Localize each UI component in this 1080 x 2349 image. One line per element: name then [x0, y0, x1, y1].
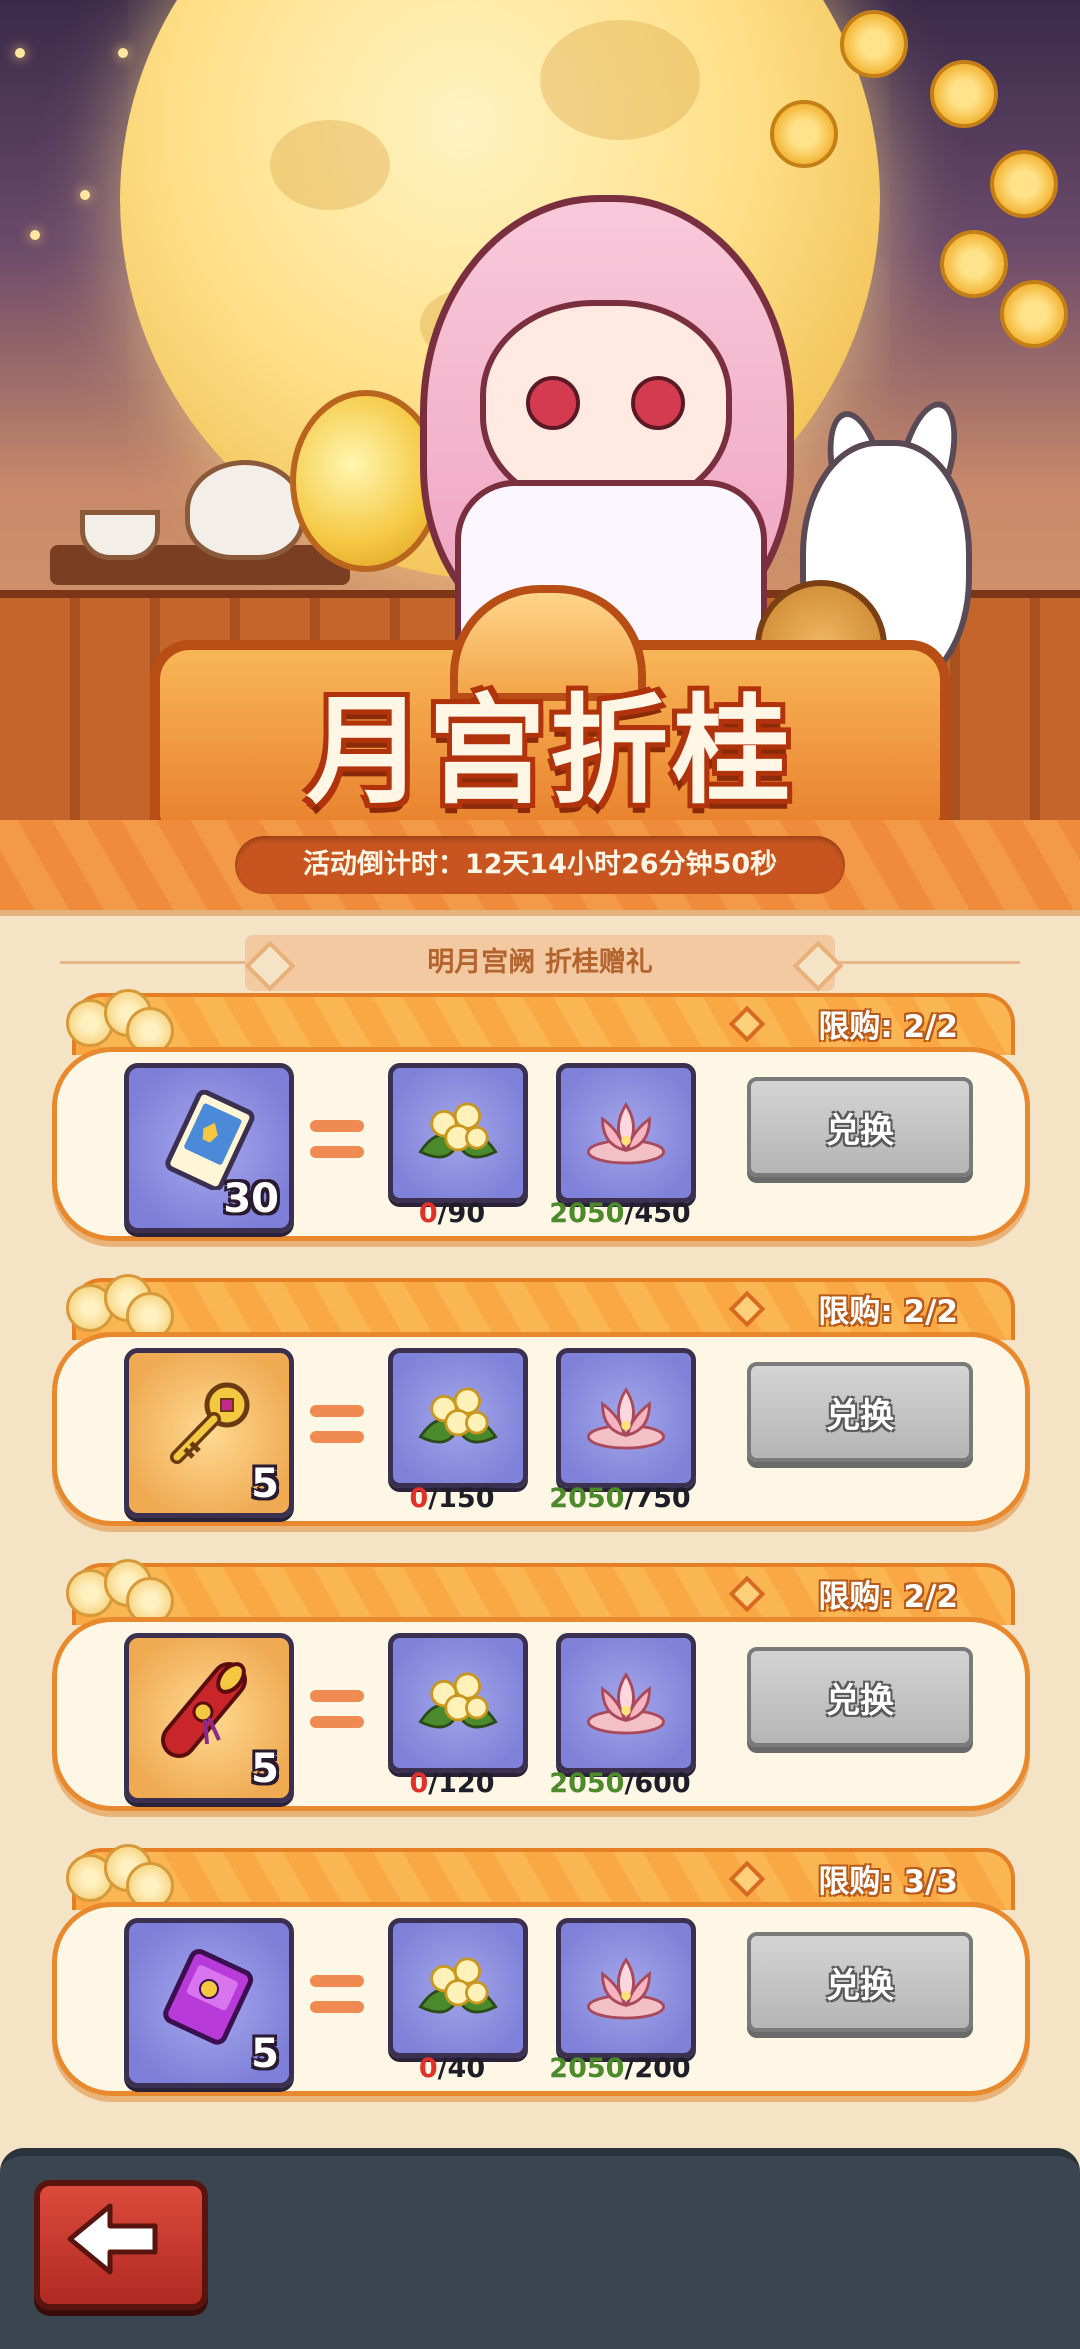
cost-amount: 0/150: [409, 1483, 495, 1514]
equals-icon: [310, 1405, 364, 1445]
offer-card: 限购: 2/2 5 0/120 2050/600 兑换: [52, 1559, 1030, 1813]
reward-slot[interactable]: 5: [124, 1348, 294, 1518]
osmanthus-blossom: [1000, 280, 1068, 348]
exchange-button[interactable]: 兑换: [747, 1647, 973, 1747]
osmanthus-blossom: [770, 100, 838, 168]
reward-count: 5: [251, 1461, 279, 1507]
event-title: 月宫折桂: [305, 682, 794, 820]
cost-slot-lotus[interactable]: [556, 1918, 696, 2058]
cost-amount: 2050/600: [549, 1768, 691, 1799]
section-subtitle: 明月宫阙 折桂赠礼: [427, 947, 653, 978]
golden-key-icon: [170, 1382, 250, 1464]
cost-amount: 0/40: [418, 2053, 486, 2084]
back-arrow-icon: [67, 2203, 158, 2275]
osmanthus-blossom: [840, 10, 908, 78]
blossom-icon: [66, 1559, 174, 1625]
reward-slot[interactable]: 5: [124, 1633, 294, 1803]
osmanthus-icon: [418, 1672, 498, 1729]
purchase-limit: 限购: 3/3: [818, 1864, 958, 1900]
event-banner: 月宫折桂: [0, 0, 1080, 820]
purchase-limit: 限购: 2/2: [818, 1294, 958, 1330]
purchase-limit: 限购: 2/2: [818, 1579, 958, 1615]
cost-slot-lotus[interactable]: [556, 1633, 696, 1773]
divider-left: [60, 961, 250, 964]
lotus-lantern-icon: [586, 1672, 666, 1735]
cost-slot-osmanthus[interactable]: [388, 1063, 528, 1203]
purple-ticket-icon: [163, 1948, 254, 2045]
equals-icon: [310, 1120, 364, 1160]
reward-count: 5: [251, 2031, 279, 2077]
lotus-lantern-icon: [586, 1387, 666, 1450]
cost-slot-lotus[interactable]: [556, 1348, 696, 1488]
equals-icon: [310, 1690, 364, 1730]
offer-card: 限购: 2/2 5 0/150 2050/750 兑换: [52, 1274, 1030, 1528]
cost-amount: 0/90: [418, 1198, 486, 1229]
exchange-button[interactable]: 兑换: [747, 1077, 973, 1177]
osmanthus-blossom: [990, 150, 1058, 218]
ticket-icon: [165, 1090, 255, 1190]
back-button[interactable]: [34, 2180, 208, 2310]
purchase-limit: 限购: 2/2: [818, 1009, 958, 1045]
cost-slot-osmanthus[interactable]: [388, 1633, 528, 1773]
offer-card: 限购: 3/3 5 0/40 2050/200 兑换: [52, 1844, 1030, 2098]
tea-cup: [80, 510, 160, 560]
osmanthus-blossom: [930, 60, 998, 128]
offer-card: 限购: 2/2 30 0/90 2050/450 兑换: [52, 989, 1030, 1243]
reward-count: 5: [251, 1746, 279, 1792]
blossom-icon: [66, 1844, 174, 1910]
osmanthus-blossom: [940, 230, 1008, 298]
osmanthus-icon: [418, 1387, 498, 1444]
cost-slot-lotus[interactable]: [556, 1063, 696, 1203]
cost-slot-osmanthus[interactable]: [388, 1348, 528, 1488]
divider-right: [830, 961, 1020, 964]
cost-amount: 2050/200: [549, 2053, 691, 2084]
countdown-timer: 活动倒计时：12天14小时26分钟50秒: [302, 849, 778, 880]
osmanthus-icon: [418, 1102, 498, 1159]
osmanthus-icon: [418, 1957, 498, 2014]
equals-icon: [310, 1975, 364, 2015]
blossom-icon: [66, 989, 174, 1055]
exchange-button[interactable]: 兑换: [747, 1362, 973, 1462]
teapot: [185, 460, 305, 560]
reward-count: 30: [223, 1176, 279, 1222]
cost-slot-osmanthus[interactable]: [388, 1918, 528, 2058]
reward-slot[interactable]: 5: [124, 1918, 294, 2088]
cost-amount: 2050/750: [549, 1483, 691, 1514]
blossom-icon: [66, 1274, 174, 1340]
reward-slot[interactable]: 30: [124, 1063, 294, 1233]
cost-amount: 2050/450: [549, 1198, 691, 1229]
lotus-lantern-icon: [586, 1957, 666, 2020]
red-scroll-icon: [161, 1662, 247, 1758]
lotus-lantern-icon: [586, 1102, 666, 1165]
cost-amount: 0/120: [409, 1768, 495, 1799]
exchange-button[interactable]: 兑换: [747, 1932, 973, 2032]
